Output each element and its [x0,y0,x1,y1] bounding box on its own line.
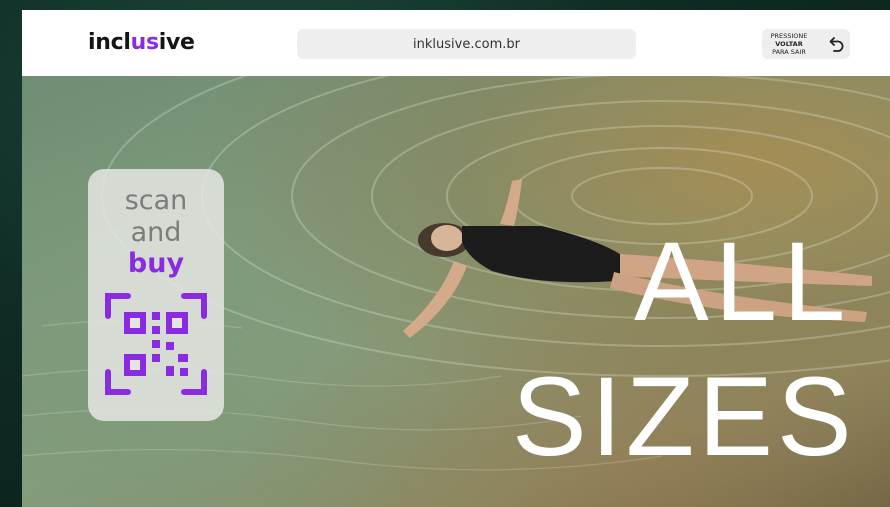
cta-scan-text: scan [124,185,188,216]
exit-line-1: PRESSIONE [770,32,808,40]
app-frame: inclusive inklusive.com.br PRESSIONE VOL… [22,10,890,507]
exit-line-3: PARA SAIR [772,48,806,56]
headline-line-1: ALL [634,219,852,344]
cta-and-text: and [130,217,182,248]
top-bar: inclusive inklusive.com.br PRESSIONE VOL… [22,10,890,76]
scan-and-buy-card: scan and buy [88,169,224,421]
back-arrow-icon [829,37,844,52]
cta-buy-text: buy [127,248,185,279]
logo-text-after: ive [158,30,195,55]
logo-text-before: incl [88,30,131,55]
headline-line-2: SIZES [512,354,856,479]
url-text: inklusive.com.br [413,36,520,52]
qr-code-icon[interactable] [104,292,208,396]
logo-text-accent: us [130,30,159,55]
exit-instructions: PRESSIONE VOLTAR PARA SAIR [764,32,814,56]
url-bar: inklusive.com.br [297,29,636,59]
exit-line-2: VOLTAR [775,40,803,48]
hero-photo: scan and buy ALL SIZES [22,76,890,507]
brand-logo: inclusive [88,30,195,55]
exit-button[interactable]: PRESSIONE VOLTAR PARA SAIR [762,29,850,59]
